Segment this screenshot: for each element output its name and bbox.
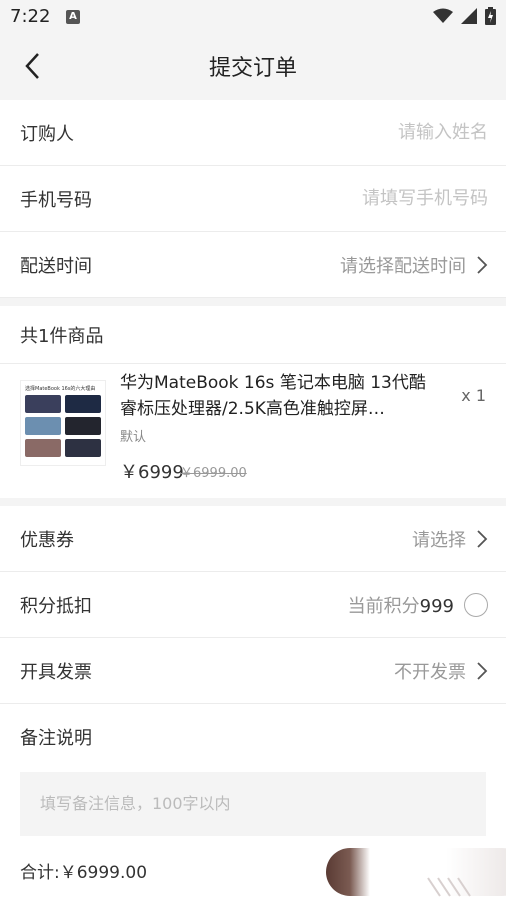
notes-label: 备注说明 (20, 728, 92, 749)
points-radio[interactable] (464, 592, 488, 617)
notification-a-icon: A (66, 10, 80, 24)
product-image-caption: 选择MateBook 16s的六大理由 (25, 386, 96, 392)
button-decoration-icon (427, 877, 471, 897)
buyer-name-input[interactable] (228, 122, 488, 143)
invoice-label: 开具发票 (20, 661, 92, 683)
product-price: ￥6999 (120, 462, 184, 483)
invoice-row[interactable]: 开具发票 不开发票 (0, 638, 506, 704)
delivery-time-label: 配送时间 (20, 255, 92, 277)
total-label: 合计: (20, 863, 60, 883)
delivery-time-row[interactable]: 配送时间 请选择配送时间 (0, 232, 506, 298)
submit-order-button[interactable] (326, 848, 506, 897)
product-image: 选择MateBook 16s的六大理由 (20, 380, 106, 466)
section-gap (0, 498, 506, 506)
chevron-right-icon (477, 529, 488, 548)
coupon-row[interactable]: 优惠券 请选择 (0, 506, 506, 572)
points-value: 999 (419, 595, 454, 617)
product-original-price: ￥6999.00 (180, 466, 247, 481)
product-name: 华为MateBook 16s 笔记本电脑 13代酷睿标压处理器/2.5K高色准触… (120, 373, 426, 419)
phone-input[interactable] (228, 188, 488, 209)
product-quantity: x 1 (461, 386, 486, 405)
wifi-icon (433, 8, 453, 23)
notes-input[interactable] (20, 772, 486, 836)
order-total: 合计:￥6999.00 (20, 858, 147, 883)
header: 提交订单 (0, 34, 506, 100)
points-label: 积分抵扣 (20, 595, 92, 617)
status-bar: 7:22 A (0, 0, 506, 34)
battery-icon (485, 7, 496, 25)
delivery-time-value: 请选择配送时间 (340, 255, 466, 277)
points-prefix: 当前积分 (347, 595, 420, 617)
coupon-value: 请选择 (412, 529, 466, 551)
section-gap (0, 298, 506, 306)
signal-icon (461, 8, 477, 24)
footer-bar: 合计:￥6999.00 (0, 836, 506, 900)
points-info: 当前积分999 (348, 592, 454, 618)
product-item[interactable]: 选择MateBook 16s的六大理由 华为MateBook 16s 笔记本电脑… (0, 364, 506, 498)
points-row: 积分抵扣 当前积分999 (0, 572, 506, 638)
item-count-label: 共1件商品 (0, 306, 506, 364)
status-icons (433, 7, 496, 25)
phone-label: 手机号码 (20, 189, 92, 211)
chevron-right-icon (477, 255, 488, 274)
buyer-label: 订购人 (20, 123, 74, 145)
total-value: ￥6999.00 (59, 863, 148, 883)
phone-row: 手机号码 (0, 166, 506, 232)
buyer-row: 订购人 (0, 100, 506, 166)
invoice-value: 不开发票 (394, 661, 466, 683)
status-time: 7:22 (10, 6, 51, 27)
coupon-label: 优惠券 (20, 529, 74, 551)
product-spec: 默认 (120, 430, 147, 445)
chevron-right-icon (477, 661, 488, 680)
page-title: 提交订单 (208, 56, 297, 81)
